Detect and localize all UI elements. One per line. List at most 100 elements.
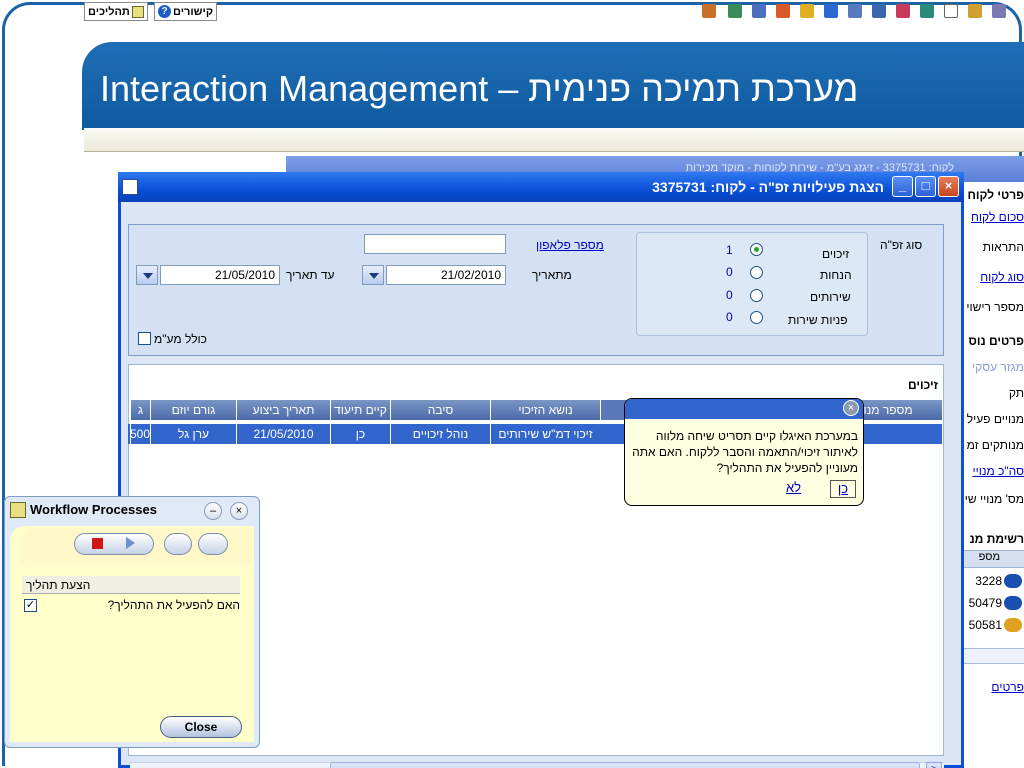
toolbar-icon-6[interactable] <box>824 4 838 18</box>
subscribers-list-column: מספ <box>978 551 1000 563</box>
workflow-close-icon[interactable]: × <box>230 502 248 520</box>
type-label: סוג זפ"ה <box>880 238 923 252</box>
customer-side-panel: פרטי לקוח סכום לקוח התראות סוג לקוח מספר… <box>962 182 1024 768</box>
links-button[interactable]: ? קישורים <box>154 2 218 21</box>
workflow-title: Workflow Processes <box>30 502 157 517</box>
details-link[interactable]: פרטים <box>963 680 1024 694</box>
column-reason[interactable]: סיבה <box>390 400 490 420</box>
minimize-button[interactable]: _ <box>892 176 913 197</box>
business-sector-label: מגזר עסקי <box>972 360 1024 374</box>
workflow-cancel-button[interactable] <box>198 533 228 555</box>
type-discounts-count: 0 <box>726 265 733 279</box>
type-credits-label: זיכוים <box>822 247 850 261</box>
cell-reason: נוהל זיכויים <box>390 424 490 444</box>
phone-number-input[interactable] <box>364 234 506 254</box>
customer-details-heading: פרטי לקוח <box>967 188 1024 202</box>
toolbar-icon-4[interactable] <box>776 4 790 18</box>
list-icon <box>131 5 144 18</box>
workflow-playback-controls <box>74 533 154 555</box>
toolbar-icon-9[interactable] <box>896 4 910 18</box>
toolbar-icon-3[interactable] <box>752 4 766 18</box>
type-service-requests-count: 0 <box>726 310 733 324</box>
cell-date: 21/05/2010 <box>236 424 330 444</box>
play-icon[interactable] <box>126 537 135 549</box>
cell-initiator: ערן גל <box>150 424 236 444</box>
toolbar-icon-2[interactable] <box>728 4 742 18</box>
processes-label: תהליכים <box>88 5 130 18</box>
total-subscribers-link[interactable]: סה"כ מנויי <box>963 464 1024 478</box>
popup-yes-button[interactable]: כן <box>830 480 856 498</box>
phone-number-link[interactable]: מספר פלאפון <box>536 238 604 252</box>
scrollbar-thumb[interactable] <box>330 762 920 768</box>
toolbar-icon-10[interactable] <box>920 4 934 18</box>
column-subject[interactable]: נושא הזיכוי <box>490 400 600 420</box>
phone-icon-1 <box>1004 574 1022 588</box>
popup-close-icon[interactable]: × <box>843 400 859 416</box>
subscribers-scrollbar[interactable] <box>963 648 1024 664</box>
workflow-close-button[interactable]: Close <box>160 716 242 738</box>
type-discounts-radio[interactable] <box>750 266 763 279</box>
stop-icon[interactable] <box>92 538 103 549</box>
toolbar-icon-5[interactable] <box>800 4 814 18</box>
processes-button[interactable]: תהליכים <box>84 2 148 21</box>
cell-documented: כן <box>330 424 390 444</box>
toolbar-icon-11[interactable] <box>944 4 958 18</box>
dialog-titlebar: הצגת פעילויות זפ"ה - לקוח: 3375731 _ □ × <box>118 172 964 202</box>
include-vat-checkbox[interactable] <box>138 332 151 345</box>
dialog-title: הצגת פעילויות זפ"ה - לקוח: 3375731 <box>652 179 884 195</box>
app-toolbar <box>84 128 1024 152</box>
to-date-input[interactable]: 21/05/2010 <box>160 265 280 285</box>
column-documented[interactable]: קיים תיעוד <box>330 400 390 420</box>
type-discounts-label: הנחות <box>820 268 852 282</box>
column-amount[interactable]: ג <box>130 400 150 420</box>
subscriber-count-label: מס' מנויי שי <box>964 492 1024 506</box>
type-credits-count: 1 <box>726 243 733 257</box>
type-services-count: 0 <box>726 288 733 302</box>
workflow-list-header: הצעת תהליך <box>22 576 240 594</box>
workflow-item[interactable]: האם להפעיל את התהליך? <box>40 596 240 614</box>
disconnected-subscribers-label: מנותקים זמ <box>966 438 1024 452</box>
more-details-heading: פרטים נוס <box>968 334 1024 348</box>
toolbar-icon-12[interactable] <box>968 4 982 18</box>
customer-type-link[interactable]: סוג לקוח <box>963 270 1024 284</box>
from-date-input[interactable]: 21/02/2010 <box>386 265 506 285</box>
toolbar-icon-13[interactable] <box>992 4 1006 18</box>
links-label: קישורים <box>173 5 214 18</box>
to-date-dropdown-icon[interactable] <box>136 265 158 285</box>
customer-link-1[interactable]: סכום לקוח <box>963 210 1024 224</box>
grid-section-title: זיכוים <box>908 378 939 392</box>
type-credits-radio[interactable] <box>750 243 763 256</box>
workflow-minimize-button[interactable]: – <box>204 502 222 520</box>
subscriber-row-1[interactable]: 3228 <box>975 574 1002 588</box>
help-icon: ? <box>158 5 171 18</box>
toolbar-icon-7[interactable] <box>848 4 862 18</box>
scroll-right-icon[interactable]: > <box>926 762 942 768</box>
type-services-label: שירותים <box>810 290 851 304</box>
type-service-requests-radio[interactable] <box>750 311 763 324</box>
column-date[interactable]: תאריך ביצוע <box>236 400 330 420</box>
cell-subject: זיכוי דמ"ש שירותים <box>490 424 600 444</box>
status-label: תק <box>1008 386 1024 400</box>
workflow-list-icon <box>10 502 26 518</box>
toolbar-icon-8[interactable] <box>872 4 886 18</box>
include-vat-label: כולל מע"מ <box>154 332 207 346</box>
slide-title: Interaction Management – מערכת תמיכה פני… <box>100 68 859 109</box>
popup-no-button[interactable]: לא <box>786 480 801 495</box>
app-icon <box>122 179 138 195</box>
subscribers-list-header: מספ <box>963 550 1024 568</box>
workflow-save-button[interactable] <box>164 533 192 555</box>
close-button[interactable]: × <box>938 176 959 197</box>
maximize-button[interactable]: □ <box>915 176 936 197</box>
toolbar-icon-1[interactable] <box>702 4 716 18</box>
from-date-label: מתאריך <box>532 268 572 282</box>
subscriber-row-3[interactable]: 50581 <box>969 618 1002 632</box>
workflow-item-checkbox[interactable]: ✓ <box>24 599 37 612</box>
column-initiator[interactable]: גורם יוזם <box>150 400 236 420</box>
type-services-radio[interactable] <box>750 289 763 302</box>
from-date-dropdown-icon[interactable] <box>362 265 384 285</box>
popup-header <box>625 399 863 419</box>
type-service-requests-label: פניות שירות <box>788 313 848 327</box>
subscriber-row-2[interactable]: 50479 <box>969 596 1002 610</box>
to-date-label: עד תאריך <box>286 268 335 282</box>
active-subscribers-label: מנויים פעיל <box>966 412 1024 426</box>
